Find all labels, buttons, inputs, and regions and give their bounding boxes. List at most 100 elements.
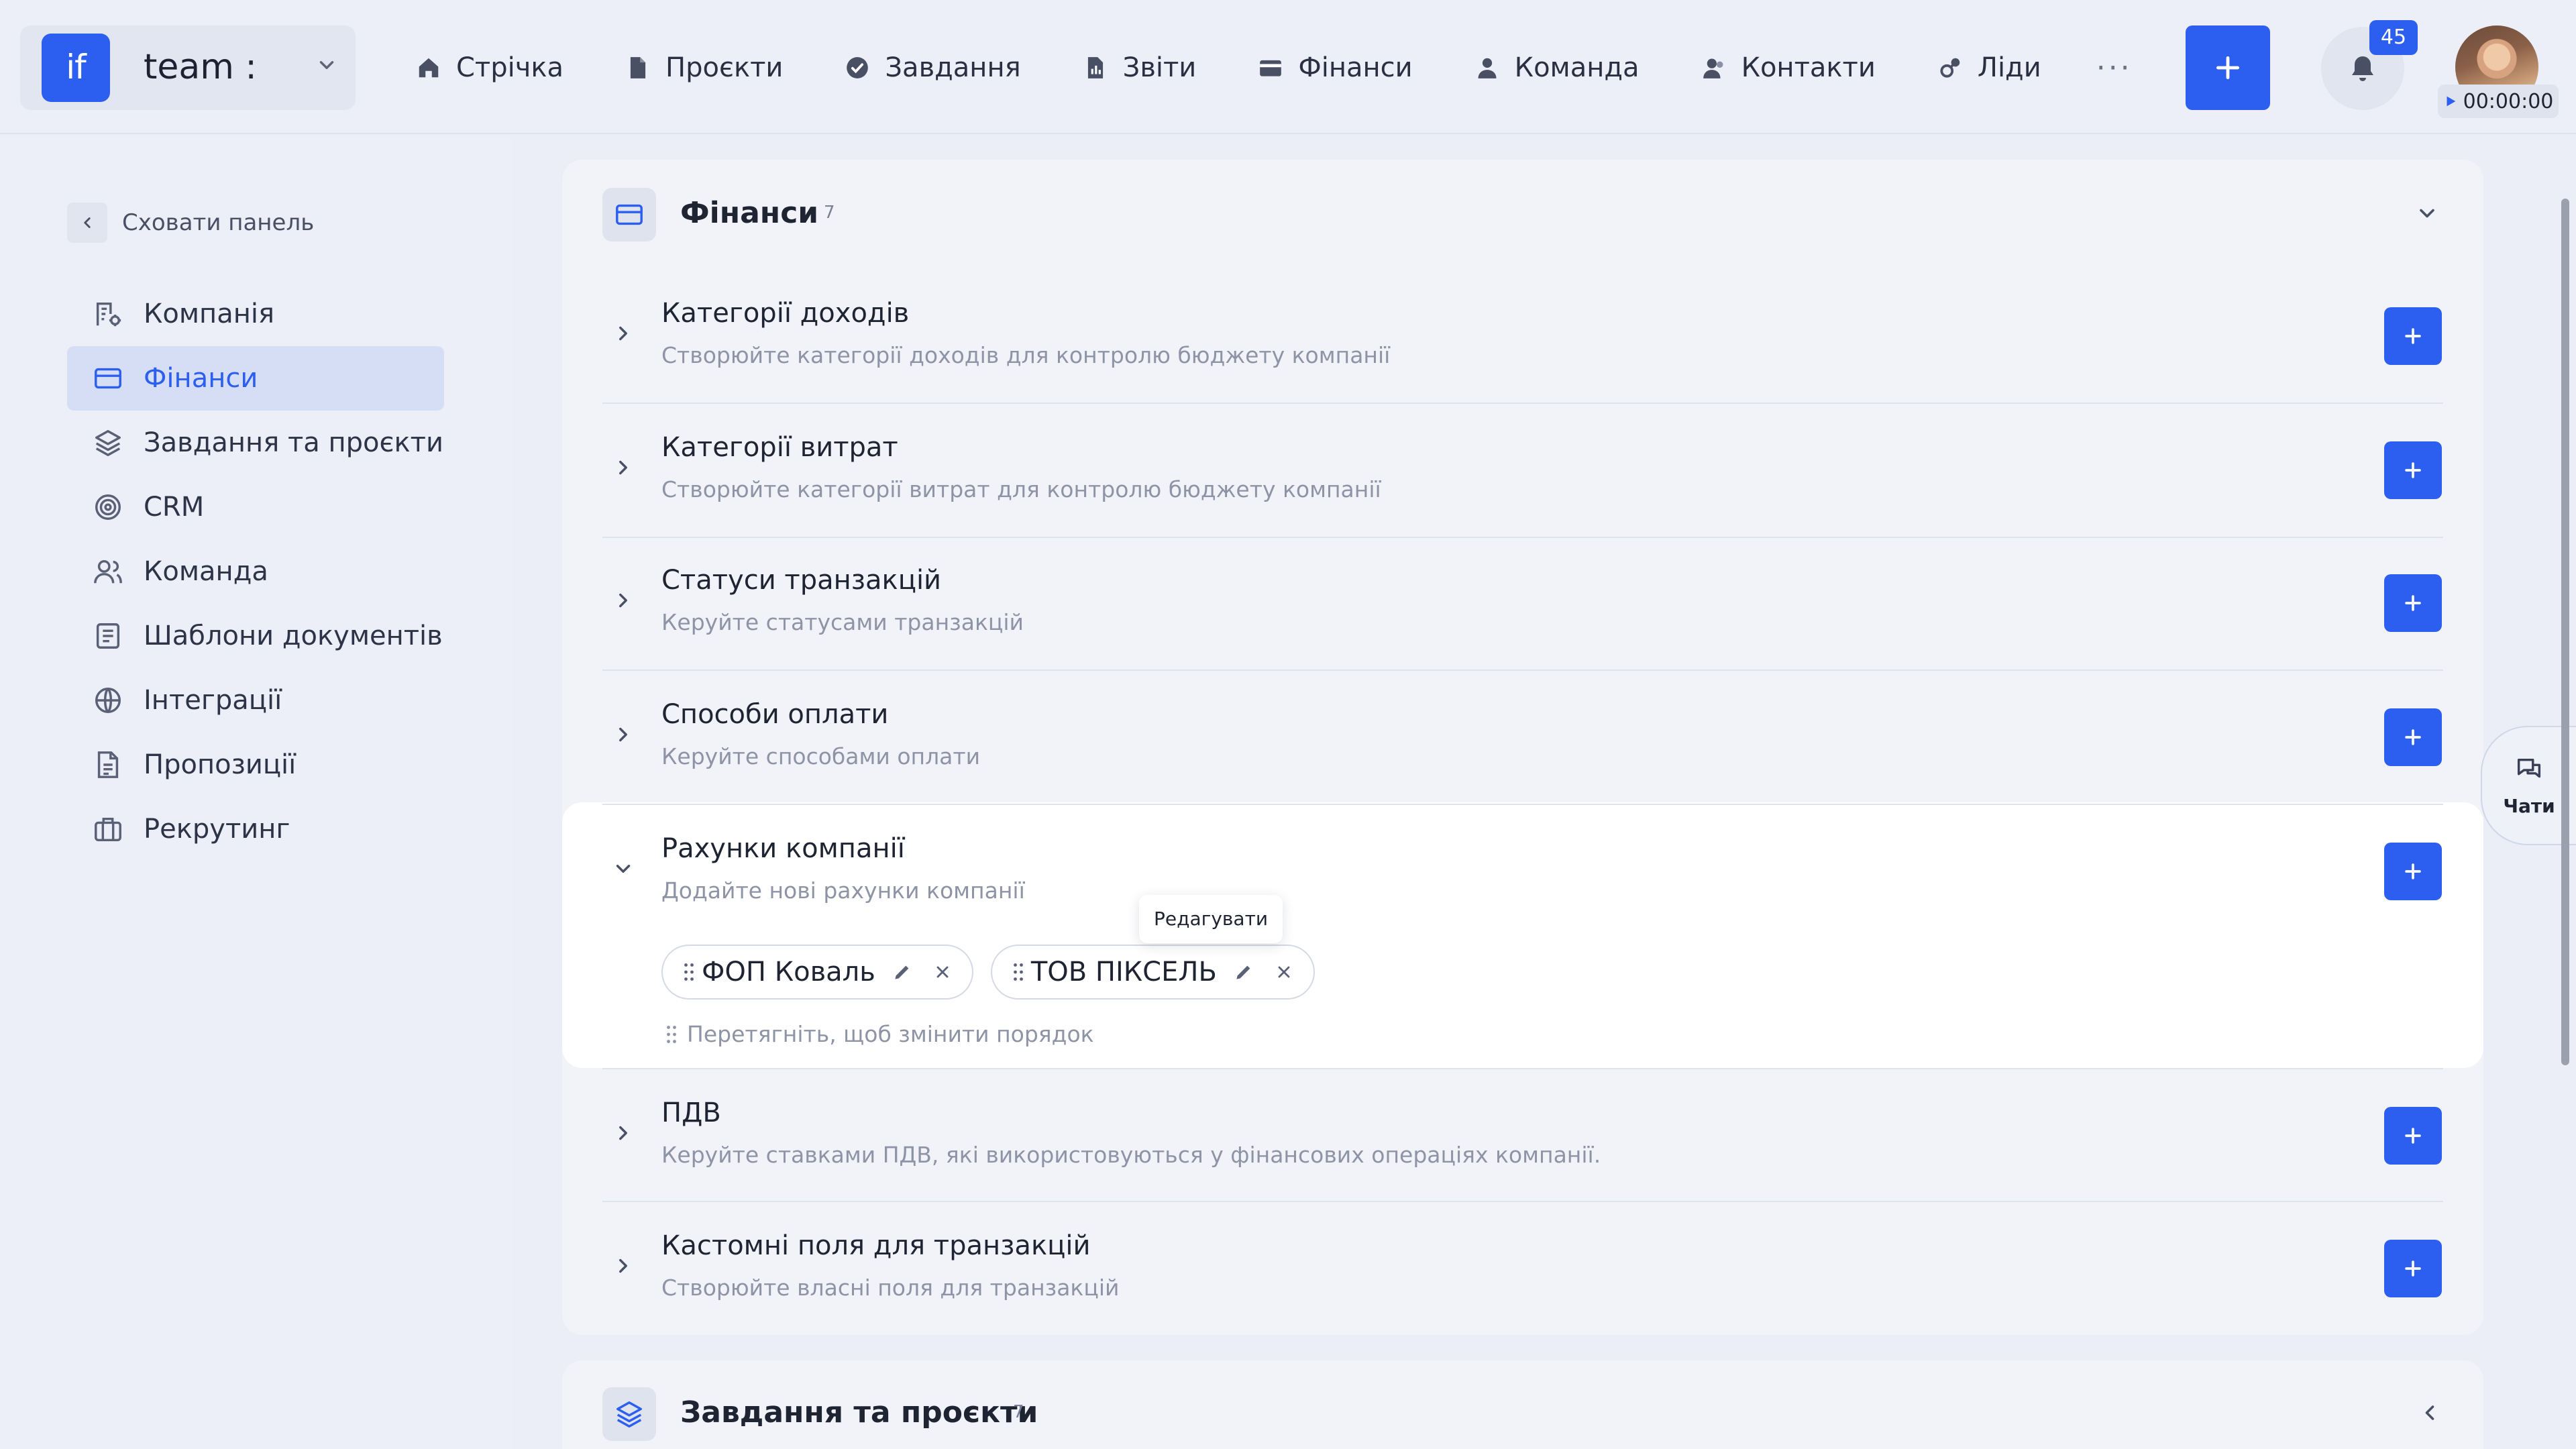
add-button[interactable] xyxy=(2384,1240,2442,1297)
sidebar-item-document-templates[interactable]: Шаблони документів xyxy=(67,604,444,668)
row-title[interactable]: ПДВ xyxy=(661,1097,721,1128)
chevron-down-icon[interactable] xyxy=(612,857,635,880)
settings-sidebar: Сховати панель Компанія Фінанси Завдання… xyxy=(0,136,511,1449)
hide-panel-button[interactable]: Сховати панель xyxy=(67,203,314,243)
chevron-right-icon[interactable] xyxy=(612,456,635,479)
add-button[interactable] xyxy=(2384,307,2442,365)
chevron-right-icon[interactable] xyxy=(612,589,635,612)
add-button[interactable] xyxy=(2384,574,2442,632)
company-icon xyxy=(93,299,144,329)
nav-label: Ліди xyxy=(1977,52,2041,83)
row-title[interactable]: Кастомні поля для транзакцій xyxy=(661,1230,1090,1261)
wallet-icon xyxy=(1258,55,1298,80)
drag-hint-text: Перетягніть, щоб змінити порядок xyxy=(687,1021,1094,1047)
add-button[interactable] xyxy=(2384,441,2442,499)
nav-team[interactable]: Команда xyxy=(1474,38,1640,98)
chevron-right-icon[interactable] xyxy=(612,1122,635,1144)
close-icon[interactable] xyxy=(1275,963,1293,981)
sidebar-item-company[interactable]: Компанія xyxy=(67,282,444,346)
add-button[interactable] xyxy=(2384,708,2442,766)
chevron-right-icon[interactable] xyxy=(612,723,635,746)
row-title[interactable]: Категорії витрат xyxy=(661,432,898,463)
nav-label: Завдання xyxy=(885,52,1021,83)
section-count: 7 xyxy=(824,203,835,223)
sidebar-item-label: Завдання та проєкти xyxy=(144,427,443,458)
sidebar-item-crm[interactable]: CRM xyxy=(67,475,444,539)
sidebar-item-team[interactable]: Команда xyxy=(67,539,444,604)
row-title[interactable]: Статуси транзакцій xyxy=(661,565,941,596)
scrollbar[interactable] xyxy=(2561,199,2569,1065)
chevron-left-icon xyxy=(67,203,107,243)
sidebar-item-recruiting[interactable]: Рекрутинг xyxy=(67,797,444,861)
nav-more-button[interactable]: ··· xyxy=(2096,38,2133,98)
nav-reports[interactable]: Звіти xyxy=(1083,38,1197,98)
account-chip[interactable]: ТОВ ПІКСЕЛЬ xyxy=(990,945,1315,1000)
sidebar-item-finance[interactable]: Фінанси xyxy=(67,346,444,411)
team-icon xyxy=(93,556,144,587)
globe-icon xyxy=(93,685,144,716)
proposal-icon xyxy=(93,749,144,780)
nav-leads[interactable]: Ліди xyxy=(1937,38,2041,98)
nav-finance[interactable]: Фінанси xyxy=(1258,38,1413,98)
nav-label: Команда xyxy=(1514,52,1640,83)
target-icon xyxy=(93,492,144,523)
nav-label: Фінанси xyxy=(1298,52,1413,83)
home-icon xyxy=(416,55,456,80)
sidebar-item-label: CRM xyxy=(144,492,205,523)
row-title[interactable]: Способи оплати xyxy=(661,699,888,730)
settings-row-payment-methods: Способи оплати Керуйте способами оплати xyxy=(602,671,2443,805)
nav-label: Звіти xyxy=(1122,52,1197,83)
hide-panel-label: Сховати панель xyxy=(122,209,315,236)
drag-handle-icon[interactable] xyxy=(683,962,695,982)
row-title[interactable]: Категорії доходів xyxy=(661,298,909,329)
chevron-down-icon[interactable] xyxy=(2415,201,2439,225)
row-description: Керуйте способами оплати xyxy=(661,743,981,769)
layers-icon xyxy=(602,1387,656,1441)
sidebar-item-label: Рекрутинг xyxy=(144,814,290,845)
nav-feed[interactable]: Стрічка xyxy=(416,38,564,98)
plus-icon xyxy=(2402,325,2424,347)
add-button[interactable] xyxy=(2384,843,2442,900)
sidebar-item-integrations[interactable]: Інтеграції xyxy=(67,668,444,733)
nav-contacts[interactable]: Контакти xyxy=(1701,38,1876,98)
main-nav: Стрічка Проєкти Завдання Звіти Фінанси К… xyxy=(416,38,2194,98)
time-tracker[interactable]: 00:00:00 xyxy=(2438,85,2559,118)
add-button[interactable] xyxy=(2384,1107,2442,1165)
row-title[interactable]: Рахунки компанії xyxy=(661,833,905,864)
chevron-right-icon[interactable] xyxy=(612,322,635,345)
settings-row-custom-fields: Кастомні поля для транзакцій Створюйте в… xyxy=(602,1202,2443,1336)
pencil-icon[interactable] xyxy=(1233,961,1254,983)
sidebar-item-proposals[interactable]: Пропозиції xyxy=(67,733,444,797)
plus-icon xyxy=(2402,1124,2424,1147)
settings-row-expense-categories: Категорії витрат Створюйте категорії вит… xyxy=(602,404,2443,538)
global-add-button[interactable] xyxy=(2186,25,2270,110)
sidebar-item-label: Компанія xyxy=(144,299,275,329)
sidebar-item-label: Інтеграції xyxy=(144,685,282,716)
nav-tasks[interactable]: Завдання xyxy=(845,38,1021,98)
chevron-down-icon[interactable] xyxy=(315,54,338,76)
user-icon xyxy=(1474,55,1515,80)
play-icon xyxy=(2443,94,2463,109)
sidebar-item-tasks-projects[interactable]: Завдання та проєкти xyxy=(67,411,444,475)
close-icon[interactable] xyxy=(933,963,952,981)
document-template-icon xyxy=(93,621,144,651)
sidebar-item-label: Пропозиції xyxy=(144,749,297,780)
contacts-icon xyxy=(1701,55,1741,80)
chevron-right-icon[interactable] xyxy=(612,1254,635,1277)
bell-icon xyxy=(2347,52,2379,85)
account-chip[interactable]: ФОП Коваль xyxy=(661,945,973,1000)
drag-handle-icon[interactable] xyxy=(1012,962,1024,982)
row-description: Створюйте власні поля для транзакцій xyxy=(661,1275,1120,1301)
file-icon xyxy=(625,55,665,80)
timer-value: 00:00:00 xyxy=(2463,89,2554,113)
section-title: Завдання та проєкти xyxy=(680,1395,1038,1430)
pencil-icon[interactable] xyxy=(892,961,913,983)
plus-icon xyxy=(2213,53,2243,83)
drag-hint: Перетягніть, щоб змінити порядок xyxy=(665,1021,1094,1047)
chevron-left-icon[interactable] xyxy=(2418,1401,2442,1425)
plus-icon xyxy=(2402,726,2424,749)
notifications-badge: 45 xyxy=(2369,20,2418,55)
settings-row-transaction-statuses: Статуси транзакцій Керуйте статусами тра… xyxy=(602,537,2443,671)
nav-label: Контакти xyxy=(1741,52,1876,83)
nav-projects[interactable]: Проєкти xyxy=(625,38,783,98)
